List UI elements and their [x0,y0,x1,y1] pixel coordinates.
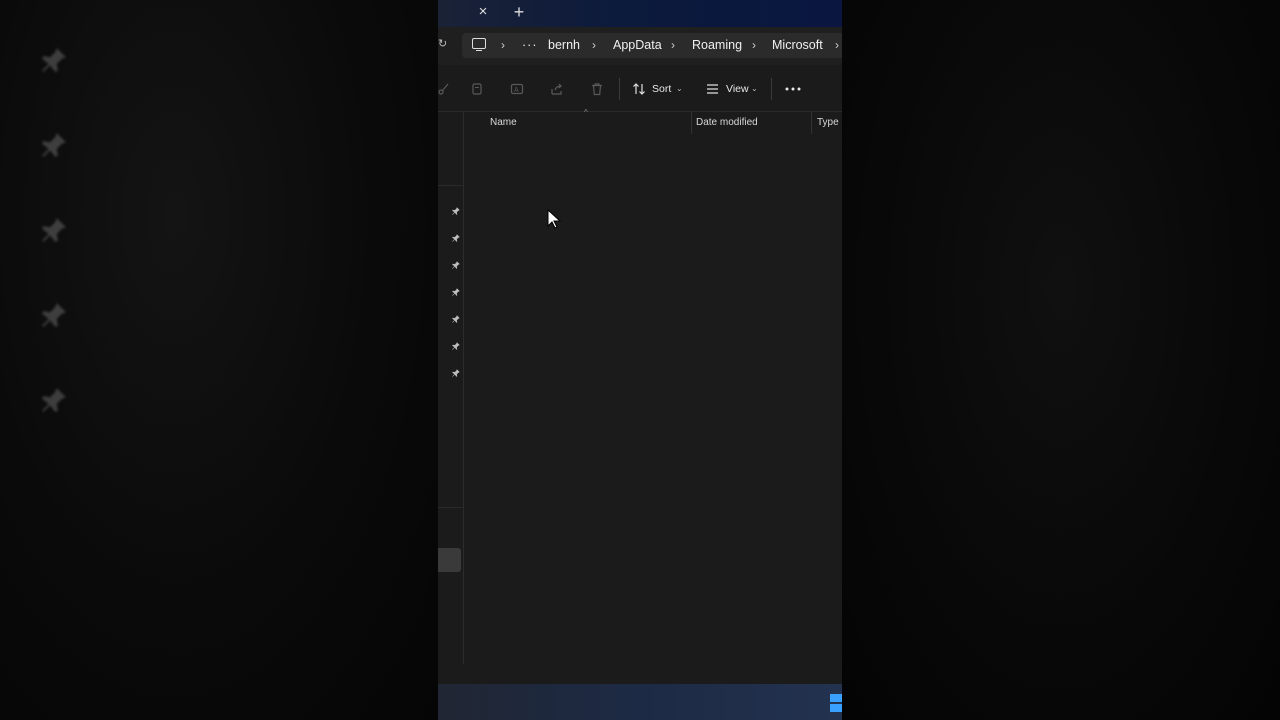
svg-text:A: A [514,87,519,94]
mouse-cursor-icon [547,209,561,229]
chevron-right-icon[interactable]: › [501,37,505,53]
rename-icon[interactable]: A [510,82,524,96]
view-button[interactable]: View [726,83,749,95]
toolbar-separator [771,78,772,100]
column-header-date-modified[interactable]: Date modified [696,112,758,134]
chevron-right-icon[interactable]: › [671,37,675,53]
pin-icon[interactable] [451,233,461,243]
breadcrumb-roaming[interactable]: Roaming [692,37,742,53]
breadcrumb-bernh[interactable]: bernh [548,37,580,53]
nav-item-selected[interactable] [438,548,461,572]
chevron-down-icon[interactable]: ⌄ [676,83,683,95]
more-options-icon[interactable] [785,86,801,92]
file-list-empty[interactable] [464,134,842,664]
chevron-right-icon[interactable]: › [835,37,839,53]
column-separator[interactable] [811,112,812,134]
pin-icon[interactable] [451,341,461,351]
new-tab-button[interactable]: + [512,3,526,21]
breadcrumb-more-button[interactable]: ··· [522,37,538,53]
chevron-down-icon[interactable]: ⌄ [751,83,758,95]
column-header-name[interactable]: Name [490,112,517,134]
pin-icon [42,388,66,412]
breadcrumb-appdata[interactable]: AppData [613,37,662,53]
pin-icon[interactable] [451,314,461,324]
pin-icon [42,303,66,327]
sort-button[interactable]: Sort [652,83,671,95]
pin-icon [42,218,66,242]
status-bar [438,664,842,684]
nav-separator [438,507,463,508]
chevron-right-icon[interactable]: › [592,37,596,53]
nav-separator [438,185,463,186]
delete-icon[interactable] [590,82,604,96]
pin-icon[interactable] [451,287,461,297]
column-separator[interactable] [691,112,692,134]
toolbar-separator [619,78,620,100]
file-explorer-window: × + ↻ › ··· bernh › AppData › Roaming › … [438,0,842,720]
pin-icon[interactable] [451,368,461,378]
copy-icon[interactable] [470,82,484,96]
breadcrumb-microsoft[interactable]: Microsoft [772,37,823,53]
refresh-icon[interactable]: ↻ [438,37,447,51]
column-header-type[interactable]: Type [817,112,839,134]
pin-icon[interactable] [451,206,461,216]
windows-start-icon[interactable] [830,694,842,712]
sort-ascending-icon: ^ [584,108,588,117]
close-tab-button[interactable]: × [476,4,490,20]
sort-icon[interactable] [632,82,646,96]
chevron-right-icon[interactable]: › [752,37,756,53]
blurred-background-left [0,0,438,720]
view-icon[interactable] [706,83,719,95]
tab-bar: × + [438,0,842,27]
pin-icon [42,133,66,157]
pin-icon[interactable] [451,260,461,270]
blurred-background-right [842,0,1280,720]
pin-icon [42,48,66,72]
cut-icon[interactable] [438,82,452,96]
share-icon[interactable] [550,82,564,96]
taskbar [438,684,842,720]
this-pc-icon[interactable] [472,38,486,52]
